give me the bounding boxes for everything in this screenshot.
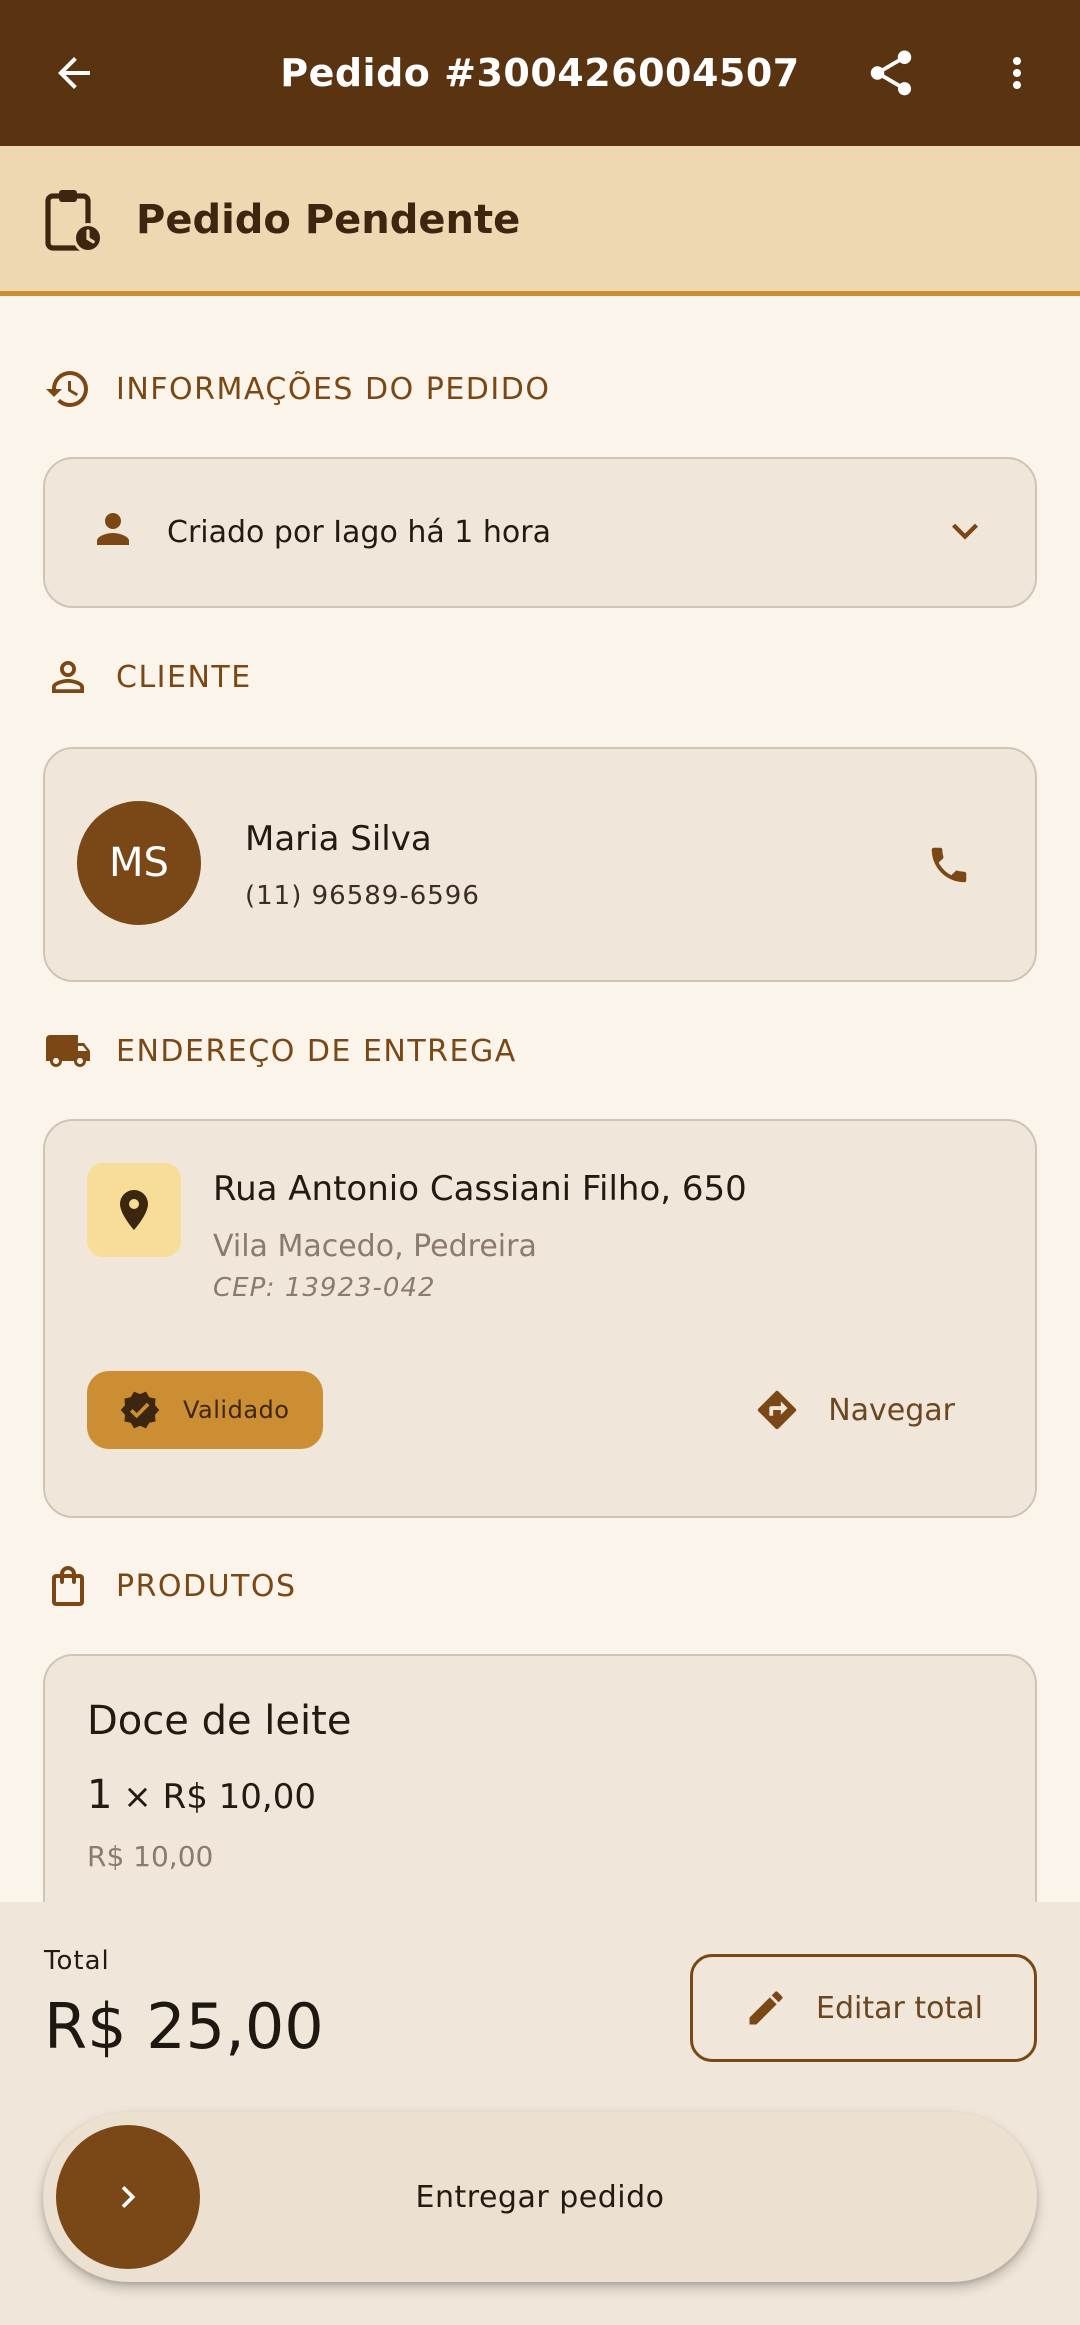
navigate-button[interactable]: Navegar — [754, 1371, 955, 1449]
arrow-back-icon — [58, 57, 90, 89]
pencil-icon — [749, 1991, 783, 2025]
created-by-text: Criado por Iago há 1 hora — [167, 515, 552, 550]
validated-label: Validado — [183, 1396, 290, 1424]
client-name: Maria Silva — [245, 819, 432, 859]
client-avatar: MS — [77, 801, 201, 925]
location-pin-icon — [120, 1190, 148, 1230]
shopping-bag-icon — [52, 1566, 84, 1606]
history-icon — [46, 371, 88, 407]
section-order-info: INFORMAÇÕES DO PEDIDO — [44, 364, 550, 414]
share-button[interactable] — [851, 33, 931, 113]
address-cep: CEP: 13923-042 — [213, 1273, 436, 1303]
order-info-card[interactable]: Criado por Iago há 1 hora — [43, 457, 1037, 608]
app-bar: Pedido #300426004507 — [0, 0, 1080, 146]
total-value: R$ 25,00 — [44, 1990, 324, 2063]
total-label: Total — [44, 1946, 110, 1976]
validated-badge: Validado — [87, 1371, 323, 1449]
section-label: CLIENTE — [116, 659, 252, 695]
person-outline-icon — [52, 661, 84, 693]
navigate-label: Navegar — [828, 1392, 955, 1428]
share-icon — [870, 50, 912, 96]
status-banner: Pedido Pendente — [0, 146, 1080, 296]
address-street: Rua Antonio Cassiani Filho, 650 — [213, 1169, 747, 1209]
chevron-down-icon[interactable] — [939, 505, 991, 557]
edit-total-button[interactable]: Editar total — [690, 1954, 1037, 2062]
clipboard-clock-icon — [45, 190, 103, 253]
section-delivery-address: ENDEREÇO DE ENTREGA — [44, 1026, 517, 1076]
more-options-button[interactable] — [977, 33, 1057, 113]
times-sign: × — [123, 1777, 152, 1817]
more-vert-icon — [1013, 57, 1021, 89]
product-subtotal: R$ 10,00 — [87, 1840, 214, 1873]
product-quantity-line: 1 × R$ 10,00 — [87, 1772, 316, 1818]
verified-badge-icon — [120, 1391, 160, 1429]
phone-icon — [931, 847, 967, 883]
section-products: PRODUTOS — [44, 1561, 297, 1611]
location-pin-badge — [87, 1163, 181, 1257]
product-quantity: 1 — [87, 1772, 113, 1818]
edit-total-label: Editar total — [816, 1990, 983, 2026]
client-card: MS Maria Silva (11) 96589-6596 — [43, 747, 1037, 982]
directions-icon — [758, 1390, 797, 1430]
back-button[interactable] — [34, 33, 114, 113]
product-unit-price: R$ 10,00 — [162, 1777, 316, 1817]
chevron-right-icon — [121, 2186, 136, 2208]
address-city: Vila Macedo, Pedreira — [213, 1229, 537, 1264]
client-phone: (11) 96589-6596 — [245, 881, 480, 911]
section-client: CLIENTE — [44, 652, 252, 702]
slider-handle[interactable] — [56, 2125, 200, 2269]
call-button[interactable] — [923, 839, 975, 891]
section-label: PRODUTOS — [116, 1568, 297, 1604]
person-icon — [97, 513, 129, 545]
status-label: Pedido Pendente — [136, 197, 521, 243]
section-label: INFORMAÇÕES DO PEDIDO — [116, 371, 551, 407]
address-card: Rua Antonio Cassiani Filho, 650 Vila Mac… — [43, 1119, 1037, 1518]
section-label: ENDEREÇO DE ENTREGA — [116, 1033, 517, 1069]
truck-icon — [46, 1035, 90, 1067]
deliver-slider[interactable]: Entregar pedido — [43, 2112, 1037, 2282]
bottom-total-panel: Total R$ 25,00 Editar total Entregar ped… — [0, 1902, 1080, 2325]
product-name: Doce de leite — [87, 1698, 352, 1744]
